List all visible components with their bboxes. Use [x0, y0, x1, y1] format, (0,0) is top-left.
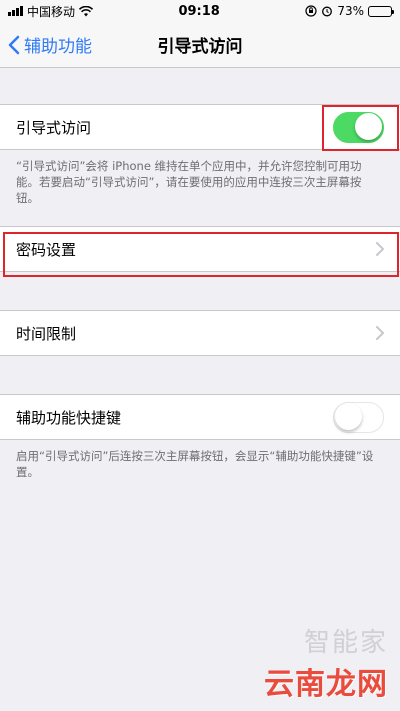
accessibility-shortcut-toggle[interactable] [333, 401, 384, 433]
signal-icon [8, 6, 23, 16]
status-left: 中国移动 [8, 3, 94, 20]
chevron-right-icon [376, 242, 384, 256]
carrier-name: 中国移动 [27, 4, 76, 19]
guided-access-label: 引导式访问 [16, 118, 92, 137]
time-limits-group: 时间限制 [0, 310, 400, 356]
accessibility-shortcut-group: 辅助功能快捷键 [0, 394, 400, 440]
accessibility-shortcut-footnote: 启用“引导式访问”后连按三次主屏幕按钮，会显示“辅助功能快捷键”设置。 [16, 449, 374, 479]
guided-access-toggle[interactable] [333, 111, 384, 143]
wifi-icon [79, 5, 94, 16]
guided-access-footnote: “引导式访问”会将 iPhone 维持在单个应用中，并允许您控制可用功能。若要启… [16, 159, 362, 205]
chevron-right-icon [376, 326, 384, 340]
chevron-left-icon [8, 35, 20, 54]
toggle-knob [355, 113, 382, 140]
passcode-settings-row[interactable]: 密码设置 [0, 227, 400, 271]
watermark-logo: 云南龙网 [264, 667, 388, 702]
status-right: 73% [305, 4, 394, 18]
back-button[interactable]: 辅助功能 [0, 32, 92, 57]
toggle-knob [334, 403, 362, 430]
time-limits-label: 时间限制 [16, 324, 77, 343]
time-limits-row[interactable]: 时间限制 [0, 311, 400, 355]
battery-icon [367, 5, 394, 17]
battery-percent: 73% [337, 4, 364, 18]
navigation-bar: 辅助功能 引导式访问 [0, 22, 400, 68]
accessibility-shortcut-row: 辅助功能快捷键 [0, 395, 400, 439]
alarm-icon [322, 6, 333, 17]
status-bar: 中国移动 09:18 73% [0, 0, 400, 22]
accessibility-shortcut-label: 辅助功能快捷键 [16, 408, 122, 427]
back-button-label: 辅助功能 [24, 37, 92, 57]
status-time: 09:18 [178, 3, 220, 19]
passcode-group: 密码设置 [0, 226, 400, 272]
watermark-top: 智能家 [303, 628, 388, 658]
rotation-lock-icon [305, 5, 317, 17]
passcode-settings-label: 密码设置 [16, 240, 77, 259]
guided-access-row: 引导式访问 [0, 105, 400, 149]
guided-access-group: 引导式访问 [0, 104, 400, 150]
watermark: 智能家 云南龙网 [264, 622, 388, 703]
